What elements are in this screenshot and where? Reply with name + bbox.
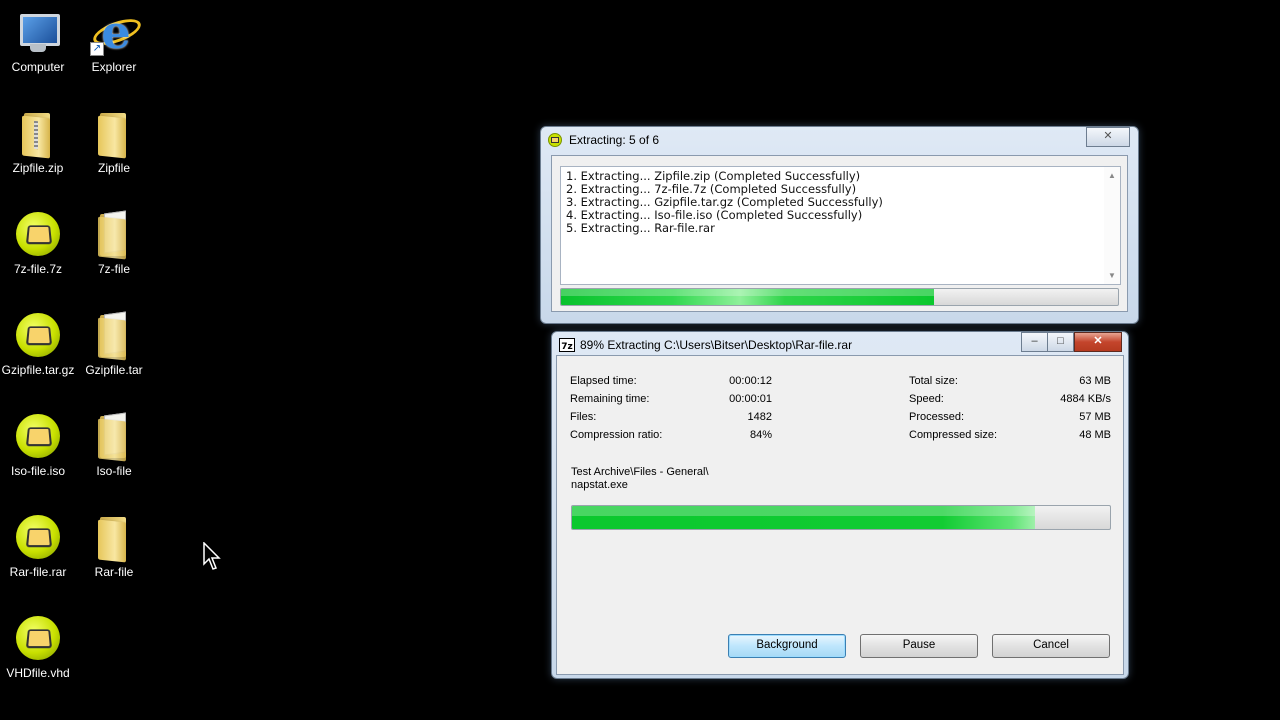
title-bar[interactable]: Extracting: 5 of 6 ✕: [541, 127, 1138, 153]
log-line: 5. Extracting... Rar-file.rar: [566, 221, 715, 235]
scroll-up-icon[interactable]: ▲: [1108, 171, 1116, 180]
files-label: Files:: [570, 411, 597, 423]
desktop-icon-label: 7z-file: [97, 262, 130, 276]
compression-ratio-value: 84%: [749, 429, 772, 441]
elapsed-time-value: 00:00:12: [729, 375, 772, 387]
app-icon: [548, 133, 562, 147]
speed-value: 4884 KB/s: [1060, 393, 1111, 405]
desktop-icon-zipfile-zip[interactable]: Zipfile.zip: [0, 109, 76, 175]
batch-progress-bar: [560, 288, 1119, 306]
close-button[interactable]: ✕: [1086, 127, 1130, 147]
desktop-icon-rar-file[interactable]: Rar-file: [76, 513, 152, 579]
folder-icon: [90, 412, 138, 462]
7zip-icon: 7z: [559, 338, 575, 352]
desktop-icon-label: Computer: [11, 60, 65, 74]
current-path: Test Archive\Files - General\: [571, 466, 709, 478]
folder-icon: [90, 311, 138, 361]
desktop-icon-label: VHDfile.vhd: [6, 666, 70, 680]
desktop-icon-computer[interactable]: Computer: [0, 8, 76, 74]
mouse-cursor-icon: [203, 542, 221, 570]
folder-icon: [90, 210, 138, 260]
compressed-size-label: Compressed size:: [909, 429, 998, 441]
desktop-icon-label: Zipfile.zip: [12, 161, 64, 175]
desktop-icon-7z-file-7z[interactable]: 7z-file.7z: [0, 210, 76, 276]
extraction-log[interactable]: 1. Extracting... Zipfile.zip (Completed …: [560, 166, 1121, 285]
file-progress-fill: [572, 506, 1035, 529]
file-progress-bar: [571, 505, 1111, 530]
close-button[interactable]: ✕: [1074, 332, 1122, 352]
archive-app-icon: [14, 210, 62, 258]
folder-icon: [90, 109, 138, 159]
desktop-icon-explorer[interactable]: e ↗ Explorer: [76, 8, 152, 74]
sevenzip-progress-window: 7z 89% Extracting C:\Users\Bitser\Deskto…: [551, 331, 1129, 679]
log-lines: 1. Extracting... Zipfile.zip (Completed …: [566, 170, 883, 235]
folder-icon: [90, 513, 138, 563]
desktop-icon-vhdfile-vhd[interactable]: VHDfile.vhd: [0, 614, 76, 680]
archive-app-icon: [14, 614, 62, 662]
total-size-value: 63 MB: [1079, 375, 1111, 387]
background-button[interactable]: Background: [728, 634, 846, 658]
archive-app-icon: [14, 513, 62, 561]
desktop-icon-gzipfile-tar-gz[interactable]: Gzipfile.tar.gz: [0, 311, 76, 377]
processed-label: Processed:: [909, 411, 965, 423]
desktop-icon-7z-file[interactable]: 7z-file: [76, 210, 152, 276]
remaining-time-value: 00:00:01: [729, 393, 772, 405]
current-file: napstat.exe: [571, 479, 628, 491]
archive-app-icon: [14, 311, 62, 359]
log-scrollbar[interactable]: ▲ ▼: [1104, 167, 1120, 284]
desktop-icon-label: Gzipfile.tar: [85, 363, 143, 377]
window-title: 89% Extracting C:\Users\Bitser\Desktop\R…: [580, 338, 853, 352]
desktop-icon-iso-file[interactable]: Iso-file: [76, 412, 152, 478]
compressed-size-value: 48 MB: [1079, 429, 1111, 441]
speed-label: Speed:: [909, 393, 944, 405]
desktop-icon-label: Gzipfile.tar.gz: [1, 363, 75, 377]
elapsed-time-label: Elapsed time:: [570, 375, 637, 387]
internet-explorer-icon: e ↗: [90, 8, 144, 56]
maximize-button[interactable]: □: [1047, 332, 1074, 352]
sevenzip-client-area: Elapsed time: 00:00:12 Remaining time: 0…: [556, 355, 1124, 675]
batch-client-area: 1. Extracting... Zipfile.zip (Completed …: [551, 155, 1128, 312]
svg-text:7z: 7z: [561, 342, 573, 352]
cancel-button[interactable]: Cancel: [992, 634, 1110, 658]
desktop-icon-iso-file-iso[interactable]: Iso-file.iso: [0, 412, 76, 478]
zip-folder-icon: [14, 109, 62, 159]
pause-button[interactable]: Pause: [860, 634, 978, 658]
compression-ratio-label: Compression ratio:: [570, 429, 663, 441]
batch-progress-fill: [561, 289, 935, 305]
desktop-icon-zipfile[interactable]: Zipfile: [76, 109, 152, 175]
desktop-icon-label: Rar-file.rar: [9, 565, 67, 579]
remaining-time-label: Remaining time:: [570, 393, 650, 405]
files-value: 1482: [747, 411, 772, 423]
computer-icon: [14, 8, 62, 56]
desktop-icon-label: Rar-file: [94, 565, 134, 579]
desktop-icon-gzipfile-tar[interactable]: Gzipfile.tar: [76, 311, 152, 377]
desktop-icon-label: Iso-file.iso: [10, 464, 66, 478]
desktop-icon-label: 7z-file.7z: [13, 262, 63, 276]
window-title: Extracting: 5 of 6: [569, 133, 660, 147]
archive-app-icon: [14, 412, 62, 460]
desktop-icon-rar-file-rar[interactable]: Rar-file.rar: [0, 513, 76, 579]
processed-value: 57 MB: [1079, 411, 1111, 423]
scroll-down-icon[interactable]: ▼: [1108, 271, 1116, 280]
desktop-icon-label: Explorer: [91, 60, 137, 74]
total-size-label: Total size:: [909, 375, 958, 387]
desktop-icon-label: Zipfile: [97, 161, 130, 175]
minimize-button[interactable]: ‒: [1021, 332, 1048, 352]
batch-extract-window: Extracting: 5 of 6 ✕ 1. Extracting... Zi…: [540, 126, 1139, 324]
desktop-icon-label: Iso-file: [96, 464, 132, 478]
